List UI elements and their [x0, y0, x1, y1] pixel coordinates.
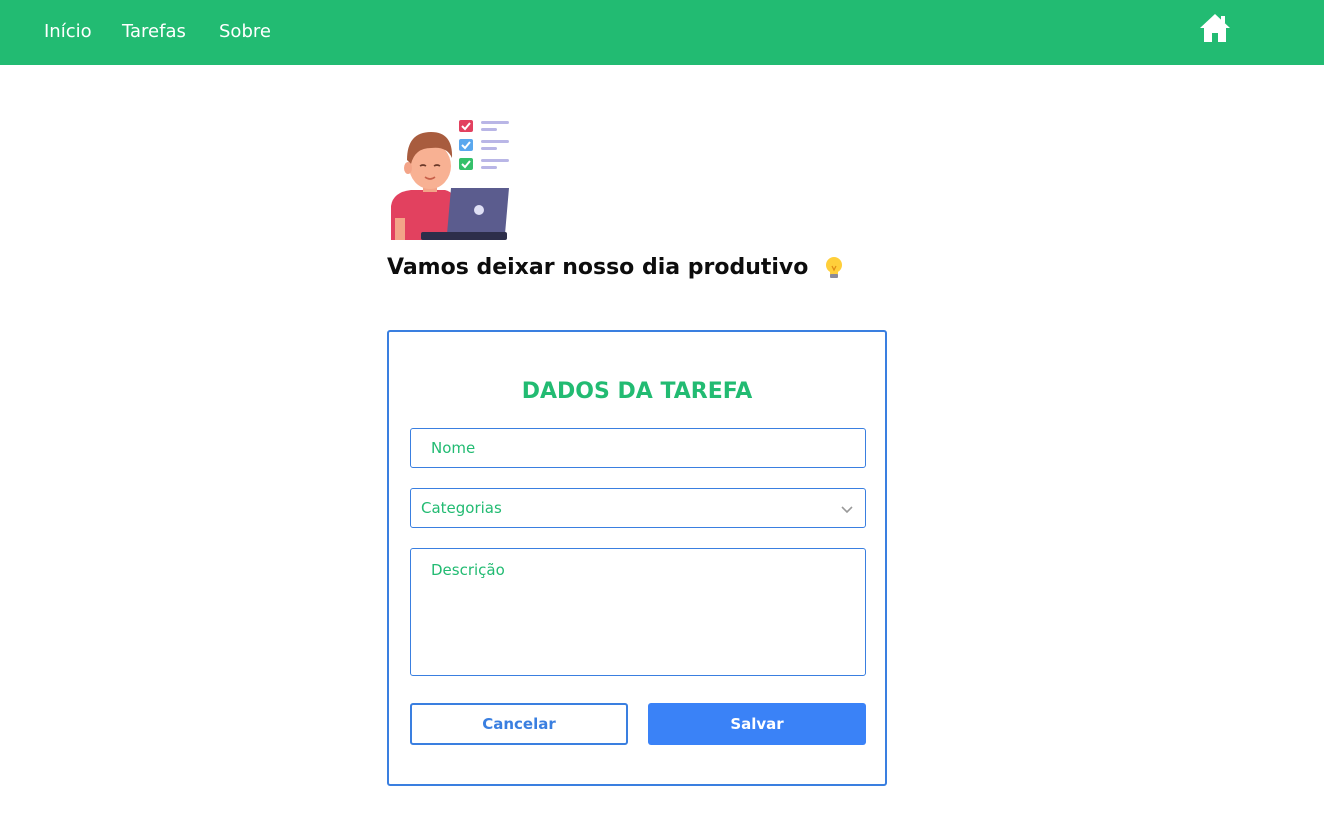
nav-link-inicio[interactable]: Início: [44, 20, 92, 44]
task-form-card: DADOS DA TAREFA Categorias Cancelar Salv…: [387, 330, 887, 786]
category-select-value: Categorias: [421, 499, 502, 517]
description-textarea[interactable]: [410, 548, 866, 676]
chevron-down-icon: [841, 506, 853, 514]
headline-text: Vamos deixar nosso dia produtivo: [387, 255, 809, 280]
page-headline: Vamos deixar nosso dia produtivo: [387, 254, 907, 284]
task-name-input[interactable]: [410, 428, 866, 468]
save-button[interactable]: Salvar: [648, 703, 866, 745]
nav-link-tarefas[interactable]: Tarefas: [122, 20, 186, 44]
nav-link-sobre[interactable]: Sobre: [219, 20, 271, 44]
top-navbar: Início Tarefas Sobre: [0, 0, 1324, 65]
home-icon[interactable]: [1199, 13, 1231, 43]
form-title: DADOS DA TAREFA: [521, 379, 753, 404]
category-select[interactable]: Categorias: [410, 488, 866, 528]
lightbulb-icon: [826, 257, 843, 278]
cancel-button[interactable]: Cancelar: [410, 703, 628, 745]
person-with-laptop-illustration: [391, 120, 509, 240]
